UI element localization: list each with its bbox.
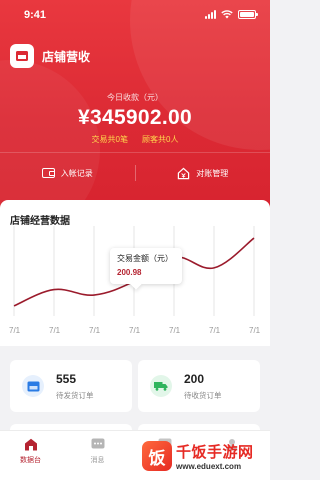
pending-shipment-label: 待发货订单 [56,390,94,400]
signal-icon [205,10,216,19]
x-tick-label: 7/1 [249,326,261,335]
revenue-label: 今日收款（元） [107,93,163,102]
home-icon [24,438,37,451]
chart-title: 店铺经营数据 [10,216,70,227]
store-header[interactable]: 店铺营收 [10,44,90,68]
store-icon [10,44,34,68]
tab-messages-label: 消息 [90,457,105,464]
truck-icon [150,375,172,397]
chart-tooltip: 交易金额（元） 200.98 [110,248,182,284]
pending-receipt-label: 待收货订单 [184,390,222,400]
wallet-icon [41,168,55,178]
x-tick-label: 7/1 [49,326,61,335]
pending-receipt-count: 200 [184,371,205,386]
tooltip-value: 200.98 [117,268,142,277]
status-time: 9:41 [24,9,47,21]
pending-shipment-count: 555 [56,371,77,386]
tab-dashboard-label: 数据台 [20,457,41,464]
reconcile-button[interactable]: 对账管理 [136,158,271,188]
watermark-url: www.eduext.com [176,462,242,471]
store-title: 店铺营收 [42,49,91,64]
customer-count: 顾客共0人 [142,135,179,144]
site-watermark: 饭 千饭手游网 www.eduext.com [142,432,270,480]
x-tick-label: 7/1 [129,326,141,335]
revenue-amount: ¥345902.00 [78,106,192,129]
watermark-text: 千饭手游网 www.eduext.com [176,441,254,471]
revenue-header: 9:41 店铺营收 今日收款（元） ¥345902.00 交易共0笔 顾客共0人 [0,0,270,218]
reconcile-icon [178,167,190,179]
status-icons [205,10,258,19]
pending-receipt-card[interactable]: 200 待收货订单 [138,360,260,412]
tab-messages[interactable]: 消息 [75,431,120,480]
x-tick-label: 7/1 [9,326,21,335]
tab-dashboard[interactable]: 数据台 [8,431,53,480]
wifi-icon [221,10,233,19]
storefront-icon [22,375,44,397]
pending-shipment-card[interactable]: 555 待发货订单 [10,360,132,412]
battery-icon [238,10,258,19]
reconcile-label: 对账管理 [196,168,229,178]
entry-records-label: 入帐记录 [60,168,93,178]
x-tick-label: 7/1 [169,326,181,335]
x-tick-label: 7/1 [209,326,221,335]
revenue-summary: 交易共0笔 顾客共0人 [0,134,270,145]
message-icon [91,438,104,449]
watermark-name: 千饭手游网 [176,444,254,461]
watermark-logo: 饭 [142,441,172,471]
tooltip-label: 交易金额（元） [117,254,173,263]
entry-records-button[interactable]: 入帐记录 [0,158,135,188]
transaction-count: 交易共0笔 [91,135,128,144]
header-actions: 入帐记录 对账管理 [0,152,271,188]
x-tick-label: 7/1 [89,326,101,335]
status-bar: 9:41 [0,0,270,30]
